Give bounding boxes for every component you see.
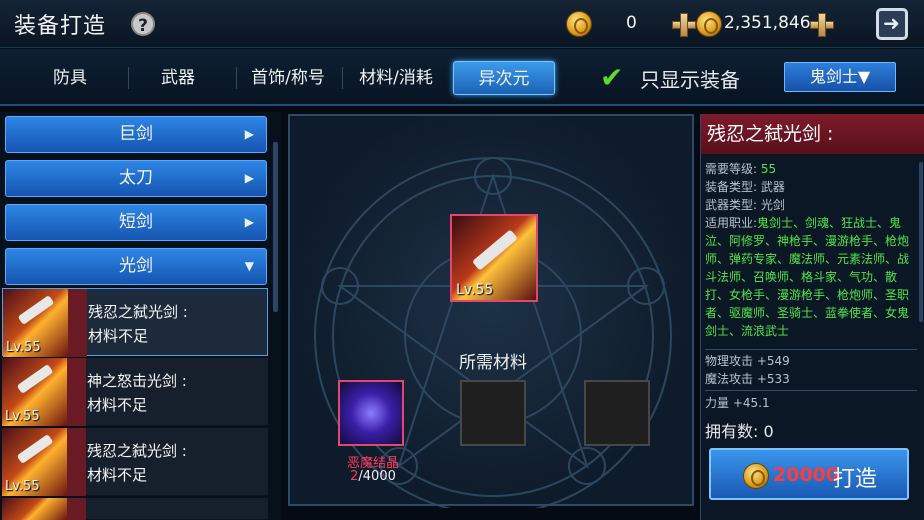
craft-label: 打造 (833, 467, 878, 492)
applicable-jobs: 适用职业:鬼剑士、剑魂、狂战士、鬼泣、阿修罗、神枪手、漫游枪手、枪炮师、弹药专家… (705, 216, 910, 338)
category-label: 短剑 (119, 212, 153, 232)
right-arrow-icon: ▶ (244, 171, 254, 185)
divider (705, 390, 917, 391)
detail-title: 残忍之弑光剑 : (701, 114, 924, 154)
category-katana[interactable]: 太刀 ▶ (5, 160, 267, 197)
right-arrow-icon: ▶ (244, 215, 254, 229)
category-label: 光剑 (119, 256, 153, 276)
item-name: 残忍之弑光剑 : (87, 442, 187, 460)
item-name: 残忍之弑光剑 : (88, 303, 188, 321)
gold-coin-icon (696, 11, 722, 37)
material-slot-empty[interactable] (460, 380, 526, 446)
only-equip-toggle[interactable]: 只显示装备 (640, 64, 740, 93)
magic-attack: 魔法攻击 +533 (705, 372, 790, 386)
required-level: 需要等级: 55 (705, 162, 777, 176)
right-arrow-icon: ▶ (244, 127, 254, 141)
exit-icon[interactable] (876, 8, 908, 40)
list-item[interactable] (2, 498, 268, 520)
tab-accessory[interactable]: 首饰/称号 (242, 61, 334, 95)
item-name: 神之怒击光剑 : (87, 372, 187, 390)
item-level: Lv.55 (5, 409, 40, 424)
list-item[interactable]: Lv.55 神之怒击光剑 : 材料不足 (2, 358, 268, 426)
equip-type: 装备类型: 武器 (705, 180, 785, 194)
help-icon[interactable]: ? (131, 12, 155, 36)
item-thumbnail: Lv.55 (2, 358, 70, 426)
list-item[interactable]: Lv.55 残忍之弑光剑 : 材料不足 (2, 428, 268, 496)
tab-divider (128, 67, 129, 89)
weapon-type: 武器类型: 光剑 (705, 198, 785, 212)
category-lightsaber[interactable]: 光剑 ▼ (5, 248, 267, 285)
material-count: 2/4000 (350, 469, 396, 484)
tab-bar: 防具 武器 首饰/称号 材料/消耗 异次元 ✔ 只显示装备 鬼剑士▼ (0, 49, 924, 106)
add-currency1-icon[interactable] (672, 13, 696, 37)
class-select[interactable]: 鬼剑士▼ (784, 62, 896, 92)
tab-divider (342, 67, 343, 89)
tab-material[interactable]: 材料/消耗 (350, 61, 442, 95)
item-status: 材料不足 (87, 466, 148, 484)
tab-armor[interactable]: 防具 (30, 61, 110, 95)
category-label: 太刀 (119, 168, 153, 188)
craft-button[interactable]: 20000 打造 (709, 448, 909, 500)
currency1-amount: 0 (626, 13, 637, 33)
category-greatsword[interactable]: 巨剑 ▶ (5, 116, 267, 153)
list-scrollbar[interactable] (273, 142, 278, 312)
magic-circle-decoration (314, 157, 672, 508)
detail-scrollbar[interactable] (919, 162, 923, 322)
material-slot-empty[interactable] (584, 380, 650, 446)
list-item[interactable]: Lv.55 残忍之弑光剑 : 材料不足 (2, 288, 268, 357)
strength: 力量 +45.1 (705, 396, 770, 410)
item-thumbnail: Lv.55 (2, 428, 70, 496)
down-arrow-icon: ▼ (244, 259, 254, 273)
item-thumbnail (2, 498, 70, 520)
craft-cost: 20000 (773, 464, 840, 486)
target-item-slot[interactable]: Lv.55 (450, 214, 538, 302)
coin-icon (566, 11, 592, 37)
currency2-amount: 2,351,846 (724, 13, 811, 33)
category-label: 巨剑 (119, 124, 153, 144)
category-shortsword[interactable]: 短剑 ▶ (5, 204, 267, 241)
material-slot-demon-crystal[interactable] (338, 380, 404, 446)
item-level: Lv.55 (456, 282, 494, 298)
tab-divider (236, 67, 237, 89)
item-level: Lv.55 (5, 479, 40, 494)
coin-icon (743, 463, 769, 489)
item-detail-panel: 残忍之弑光剑 : 需要等级: 55 装备类型: 武器 武器类型: 光剑 适用职业… (700, 114, 924, 520)
physical-attack: 物理攻击 +549 (705, 354, 790, 368)
add-currency2-icon[interactable] (810, 13, 834, 37)
item-status: 材料不足 (87, 396, 148, 414)
page-title: 装备打造 (14, 14, 107, 39)
divider (705, 349, 917, 350)
tab-dimension[interactable]: 异次元 (453, 61, 555, 95)
owned-count: 拥有数: 0 (705, 422, 774, 441)
tab-weapon[interactable]: 武器 (138, 61, 218, 95)
required-materials-title: 所需材料 (459, 353, 527, 373)
item-thumbnail: Lv.55 (3, 289, 71, 357)
craft-area: Lv.55 所需材料 恶魔结晶 2/4000 (288, 114, 694, 508)
check-icon[interactable]: ✔ (600, 64, 623, 92)
item-level: Lv.55 (6, 340, 41, 355)
category-list: 巨剑 ▶ 太刀 ▶ 短剑 ▶ 光剑 ▼ Lv.55 残忍之弑光剑 : 材料不足 … (0, 112, 281, 520)
item-status: 材料不足 (88, 327, 149, 345)
top-bar: 装备打造 ? 0 2,351,846 (0, 0, 924, 48)
